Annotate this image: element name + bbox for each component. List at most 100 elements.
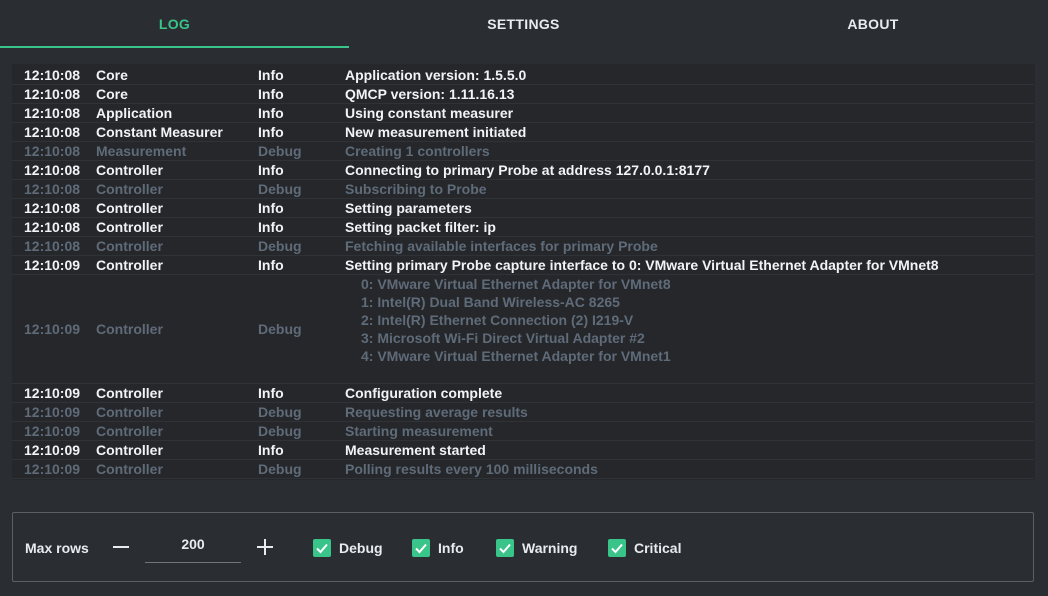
log-source: Controller bbox=[96, 402, 258, 422]
log-time: 12:10:09 bbox=[12, 255, 96, 275]
log-level: Info bbox=[258, 440, 345, 460]
log-row: 12:10:09 Controller Debug Starting measurem… bbox=[12, 421, 1034, 441]
filter-info-checkbox[interactable]: Info bbox=[412, 539, 464, 557]
log-level: Info bbox=[258, 255, 345, 275]
log-time: 12:10:08 bbox=[12, 122, 96, 142]
filter-critical-checkbox[interactable]: Critical bbox=[608, 539, 681, 557]
log-level: Info bbox=[258, 66, 345, 85]
log-time: 12:10:08 bbox=[12, 236, 96, 256]
log-level: Info bbox=[258, 478, 345, 480]
log-source: Core bbox=[96, 84, 258, 104]
log-source: Controller bbox=[96, 255, 258, 275]
log-message: 0: VMware Virtual Ethernet Adapter for V… bbox=[345, 274, 1034, 384]
increment-button[interactable] bbox=[253, 535, 277, 559]
log-message: QMCP version: 1.11.16.13 bbox=[345, 84, 1034, 104]
log-message: Application version: 1.5.5.0 bbox=[345, 66, 1034, 85]
interface-line: 4: VMware Virtual Ethernet Adapter for V… bbox=[361, 348, 671, 364]
log-time: 12:10:08 bbox=[12, 84, 96, 104]
log-row: 12:10:08 Application Info Using constant me… bbox=[12, 103, 1034, 123]
log-source: Constant Measurer bbox=[96, 122, 258, 142]
log-time: 12:10:09 bbox=[12, 459, 96, 479]
log-time: 12:10:09 bbox=[12, 440, 96, 460]
log-message: Using constant measurer bbox=[345, 103, 1034, 123]
tab-about[interactable]: ABOUT bbox=[698, 0, 1048, 48]
log-time: 12:10:08 bbox=[12, 66, 96, 85]
log-row: 12:10:08 Controller Info Setting parameters bbox=[12, 198, 1034, 218]
log-source: Application bbox=[96, 103, 258, 123]
log-message: Setting parameters bbox=[345, 198, 1034, 218]
log-time: 12:10:09 bbox=[12, 274, 96, 384]
interface-line: 3: Microsoft Wi-Fi Direct Virtual Adapte… bbox=[361, 330, 645, 346]
log-source: Controller bbox=[96, 236, 258, 256]
log-time: 12:10:10 bbox=[12, 478, 96, 480]
plus-icon bbox=[257, 539, 273, 555]
log-time: 12:10:09 bbox=[12, 383, 96, 403]
log-level: Info bbox=[258, 122, 345, 142]
interface-line: 1: Intel(R) Dual Band Wireless-AC 8265 bbox=[361, 294, 620, 310]
log-level: Debug bbox=[258, 179, 345, 199]
checkmark-icon bbox=[496, 539, 514, 557]
filter-debug-label: Debug bbox=[339, 540, 383, 556]
checkmark-icon bbox=[313, 539, 331, 557]
log-time: 12:10:08 bbox=[12, 217, 96, 237]
log-row: 12:10:09 Controller Debug Polling results e… bbox=[12, 459, 1034, 479]
log-row: 12:10:09 Controller Info Setting primary Pr… bbox=[12, 255, 1034, 275]
log-message: Setting active controller (Configuration… bbox=[345, 478, 1034, 480]
log-row: 12:10:08 Controller Info Connecting to prim… bbox=[12, 160, 1034, 180]
filter-debug-checkbox[interactable]: Debug bbox=[313, 539, 383, 557]
log-row: 12:10:09 Controller Info Measurement starte… bbox=[12, 440, 1034, 460]
log-time: 12:10:08 bbox=[12, 198, 96, 218]
interface-line: 2: Intel(R) Ethernet Connection (2) I219… bbox=[361, 312, 634, 328]
checkmark-icon bbox=[608, 539, 626, 557]
log-row: 12:10:08 Measurement Debug Creating 1 contr… bbox=[12, 141, 1034, 161]
log-table: 12:10:08 Core Info Application version: 1.5… bbox=[12, 66, 1034, 480]
log-row: 12:10:09 Controller Info Configuration comp… bbox=[12, 383, 1034, 403]
log-level: Info bbox=[258, 383, 345, 403]
log-row: 12:10:09 Controller Debug Requesting averag… bbox=[12, 402, 1034, 422]
tab-settings[interactable]: SETTINGS bbox=[349, 0, 698, 48]
log-message: Polling results every 100 milliseconds bbox=[345, 459, 1034, 479]
log-source: Core bbox=[96, 66, 258, 85]
filter-warning-checkbox[interactable]: Warning bbox=[496, 539, 577, 557]
log-message: Fetching available interfaces for primar… bbox=[345, 236, 1034, 256]
log-controls: Max rows 200 Debug Info Warning Critical bbox=[12, 512, 1034, 582]
log-row: 12:10:09 Controller Debug 0: VMware Virtual… bbox=[12, 274, 1034, 384]
log-source: Controller bbox=[96, 217, 258, 237]
log-time: 12:10:08 bbox=[12, 141, 96, 161]
log-time: 12:10:08 bbox=[12, 160, 96, 180]
max-rows-input[interactable]: 200 bbox=[145, 531, 241, 563]
log-row: 12:10:08 Core Info QMCP version: 1.11.16.13 bbox=[12, 84, 1034, 104]
active-tab-indicator bbox=[0, 46, 349, 48]
filter-info-label: Info bbox=[438, 540, 464, 556]
max-rows-label: Max rows bbox=[25, 540, 89, 556]
log-source: Controller bbox=[96, 421, 258, 441]
log-row: 12:10:08 Constant Measurer Info New measure… bbox=[12, 122, 1034, 142]
log-time: 12:10:08 bbox=[12, 179, 96, 199]
log-level: Debug bbox=[258, 236, 345, 256]
log-level: Debug bbox=[258, 459, 345, 479]
tab-log[interactable]: LOG bbox=[0, 0, 349, 48]
log-level: Debug bbox=[258, 141, 345, 161]
minus-icon bbox=[113, 546, 129, 548]
interface-line: 0: VMware Virtual Ethernet Adapter for V… bbox=[361, 276, 671, 292]
log-message: Setting primary Probe capture interface … bbox=[345, 255, 1034, 275]
log-level: Info bbox=[258, 103, 345, 123]
log-level: Debug bbox=[258, 274, 345, 384]
log-message: Measurement started bbox=[345, 440, 1034, 460]
log-message: Starting measurement bbox=[345, 421, 1034, 441]
log-source: Controller bbox=[96, 459, 258, 479]
log-time: 12:10:09 bbox=[12, 421, 96, 441]
log-message: Connecting to primary Probe at address 1… bbox=[345, 160, 1034, 180]
log-panel[interactable]: 12:10:08 Core Info Application version: 1.5… bbox=[12, 64, 1035, 480]
log-row: 12:10:10MeasurementInfoSetting active co… bbox=[12, 478, 1034, 480]
checkmark-icon bbox=[412, 539, 430, 557]
log-level: Info bbox=[258, 160, 345, 180]
filter-warning-label: Warning bbox=[522, 540, 578, 556]
log-source: Controller bbox=[96, 274, 258, 384]
log-source: Measurement bbox=[96, 141, 258, 161]
log-source: Controller bbox=[96, 383, 258, 403]
log-level: Debug bbox=[258, 402, 345, 422]
log-message: Configuration complete bbox=[345, 383, 1034, 403]
decrement-button[interactable] bbox=[109, 535, 133, 559]
tab-bar: LOG SETTINGS ABOUT bbox=[0, 0, 1048, 48]
